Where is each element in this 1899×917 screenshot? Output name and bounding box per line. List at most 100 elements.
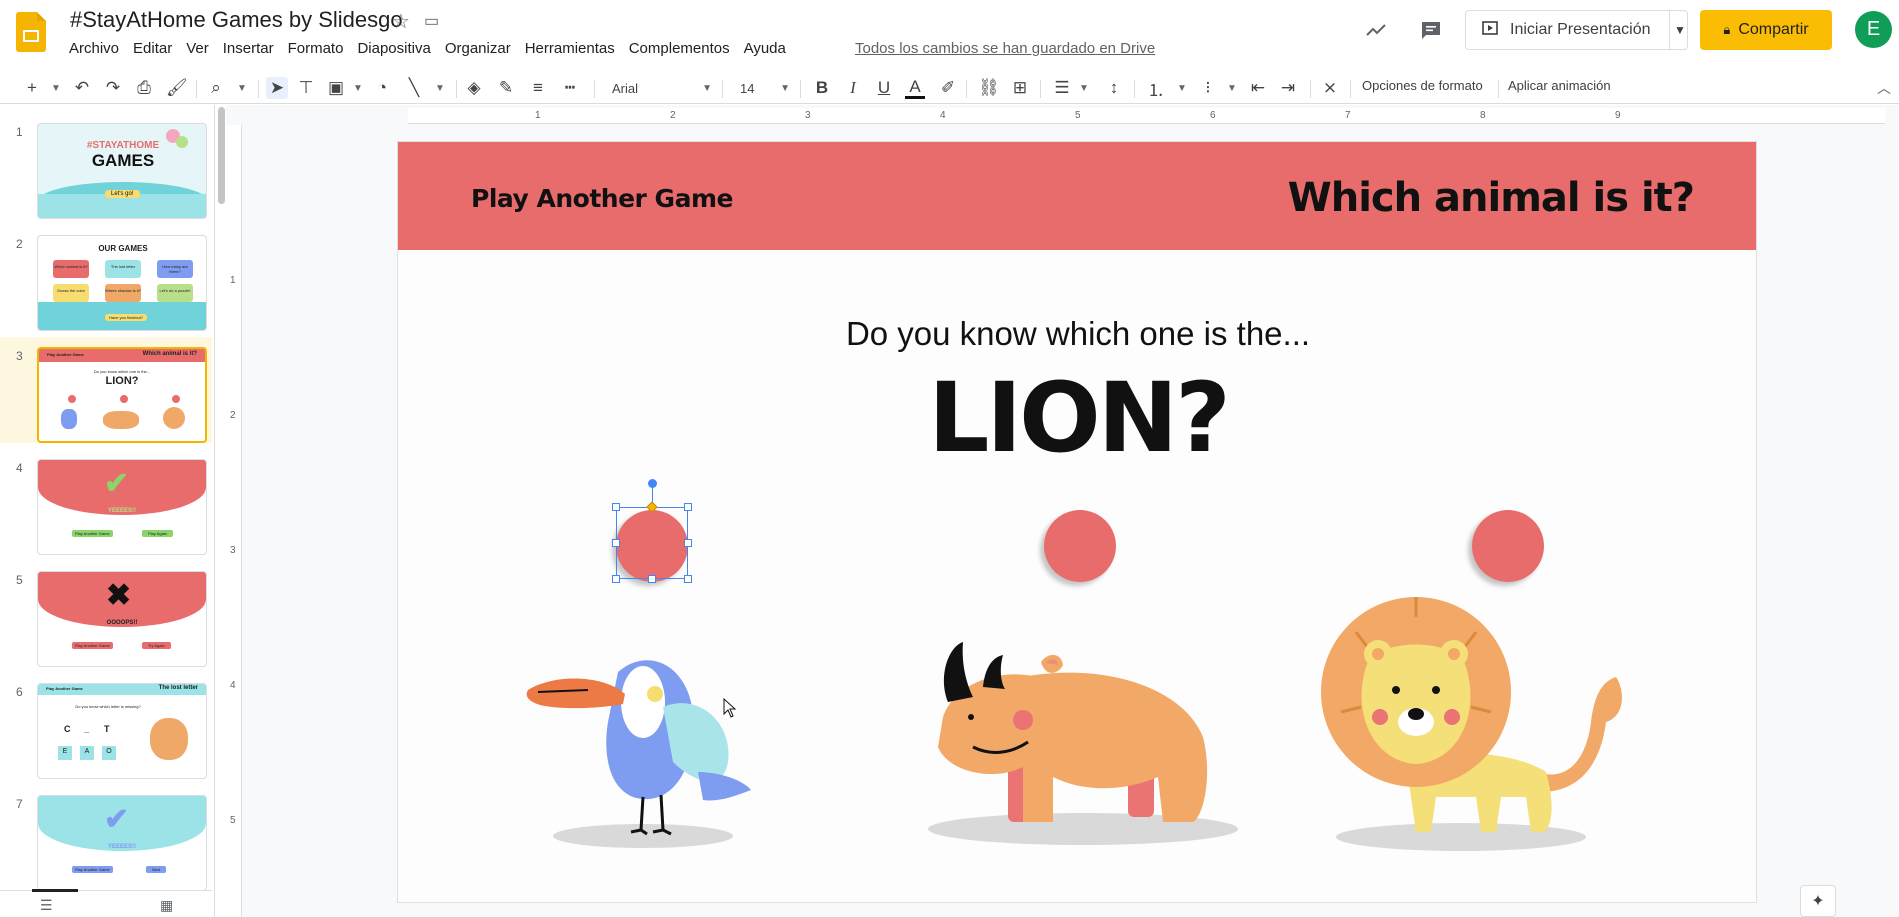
answer-text[interactable]: LION? [398,362,1756,474]
align-icon[interactable]: ☰ [1052,77,1072,99]
grid-view-icon[interactable]: ▦ [160,897,173,914]
filmstrip-slide-3[interactable]: 3 Play Another Game Which animal is it? … [0,337,212,443]
redo-icon[interactable]: ↷ [103,77,123,99]
menu-archivo[interactable]: Archivo [62,38,126,60]
resize-handle-ne[interactable] [684,503,692,511]
filmstrip-scrollbar[interactable] [218,107,225,204]
zoom-dropdown-icon[interactable]: ▼ [232,77,252,99]
comments-icon[interactable] [1417,16,1445,44]
font-size-select[interactable]: 14 ▼ [740,77,790,99]
filmstrip-view-icon[interactable]: ☰ [32,889,77,914]
resize-handle-w[interactable] [612,539,620,547]
resize-handle-sw[interactable] [612,575,620,583]
add-comment-icon[interactable]: ⊞ [1010,77,1030,99]
line-icon[interactable]: ╲ [404,77,424,99]
font-family-select[interactable]: Arial ▼ [612,77,712,99]
menu-formato[interactable]: Formato [281,38,351,60]
bold-button[interactable]: B [812,77,832,99]
collapse-menus-icon[interactable]: ︿ [1877,78,1891,98]
format-options-button[interactable]: Opciones de formato [1362,78,1483,93]
print-icon[interactable]: ⎙ [134,77,154,99]
resize-handle-e[interactable] [684,539,692,547]
rotate-handle[interactable] [648,479,657,488]
move-folder-icon[interactable]: ▭ [424,11,439,31]
increase-indent-icon[interactable]: ⇥ [1278,77,1298,99]
italic-button[interactable]: I [843,77,863,99]
start-presentation-button[interactable]: Iniciar Presentación ▼ [1465,10,1688,50]
explore-icon[interactable]: ✦ [1800,885,1836,917]
slide-heading[interactable]: Which animal is it? [1288,175,1695,221]
select-cursor-icon[interactable]: ➤ [266,77,288,99]
account-avatar[interactable]: E [1855,11,1892,48]
highlight-color-icon[interactable]: ✐ [938,77,958,99]
decrease-indent-icon[interactable]: ⇤ [1248,77,1268,99]
play-another-game-link[interactable]: Play Another Game [471,184,733,213]
filmstrip-slide-5[interactable]: 5 ✖ OOOOPS!! Play Another Game Try Again [0,561,212,667]
slide-thumbnail[interactable]: Play Another Game Which animal is it? Do… [37,347,207,443]
line-dropdown-icon[interactable]: ▼ [430,77,450,99]
slide-thumbnail[interactable]: ✖ OOOOPS!! Play Another Game Try Again [37,571,207,667]
resize-handle-se[interactable] [684,575,692,583]
menu-diapositiva[interactable]: Diapositiva [350,38,437,60]
filmstrip-slide-4[interactable]: 4 ✔ YEEEES!! Play Another Game Play Agai… [0,449,212,555]
slides-logo-icon[interactable] [16,12,46,52]
animate-button[interactable]: Aplicar animación [1508,78,1611,93]
fill-color-icon[interactable]: ◈ [464,77,484,99]
filmstrip-slide-6[interactable]: 6 Play Another Game The lost letter Do y… [0,673,212,779]
text-box-icon[interactable]: ⊤ [296,77,316,99]
menu-ayuda[interactable]: Ayuda [737,38,793,60]
filmstrip-slide-1[interactable]: 1 #STAYATHOME GAMES Let's go! [0,113,212,219]
share-button[interactable]: 🔒︎ Compartir [1700,10,1832,50]
horizontal-ruler[interactable]: 1 2 3 4 5 6 7 8 9 [408,108,1885,124]
save-status-link[interactable]: Todos los cambios se han guardado en Dri… [855,40,1155,57]
toucan-illustration[interactable] [523,632,763,852]
current-slide[interactable]: Play Another Game Which animal is it? Do… [397,141,1757,903]
insert-image-icon[interactable]: ▣ [326,77,346,99]
slide-thumbnail[interactable]: ✔ YEEEES!! Play Another Game Play Again [37,459,207,555]
menu-ver[interactable]: Ver [179,38,216,60]
bulleted-list-dropdown-icon[interactable]: ▼ [1222,77,1242,99]
lion-illustration[interactable] [1316,592,1646,862]
menu-herramientas[interactable]: Herramientas [518,38,622,60]
filmstrip-slide-7[interactable]: 7 ✔ YEEEES!! Play Another Game Next [0,785,212,891]
choice-button-lion[interactable] [1472,510,1544,582]
paint-format-icon[interactable]: 🖌︎ [166,77,188,99]
slide-thumbnail[interactable]: #STAYATHOME GAMES Let's go! [37,123,207,219]
image-dropdown-icon[interactable]: ▼ [348,77,368,99]
numbered-list-icon[interactable]: ⒈ [1146,77,1166,100]
filmstrip-slide-2[interactable]: 2 OUR GAMES Which animal is it? The lost… [0,225,212,331]
choice-button-rhino[interactable] [1044,510,1116,582]
undo-icon[interactable]: ↶ [72,77,92,99]
question-text[interactable]: Do you know which one is the... [398,315,1756,353]
border-dash-icon[interactable]: ┅ [560,77,580,99]
slide-thumbnail[interactable]: ✔ YEEEES!! Play Another Game Next [37,795,207,891]
line-spacing-icon[interactable]: ↕ [1104,77,1124,99]
insert-link-icon[interactable]: ⛓︎ [978,77,1000,99]
resize-handle-s[interactable] [648,575,656,583]
vertical-ruler[interactable]: 1 2 3 4 5 [226,125,242,917]
present-options-dropdown-icon[interactable]: ▼ [1674,23,1686,37]
shape-icon[interactable]: ◔ [372,77,392,99]
numbered-list-dropdown-icon[interactable]: ▼ [1172,77,1192,99]
rhino-illustration[interactable] [913,607,1243,857]
new-slide-icon[interactable]: + [22,77,42,99]
bulleted-list-icon[interactable]: ⁝ [1198,77,1218,99]
clear-formatting-icon[interactable]: ⨯ [1320,77,1340,99]
zoom-icon[interactable]: ⌕ [206,77,226,99]
resize-handle-nw[interactable] [612,503,620,511]
menu-insertar[interactable]: Insertar [216,38,281,60]
border-weight-icon[interactable]: ≡ [528,77,548,99]
text-color-button[interactable]: A [905,77,925,99]
new-slide-layout-dropdown-icon[interactable]: ▼ [46,77,66,99]
activity-trend-icon[interactable] [1362,16,1390,44]
slide-thumbnail[interactable]: OUR GAMES Which animal is it? The lost l… [37,235,207,331]
underline-button[interactable]: U [874,77,894,99]
border-color-icon[interactable]: ✎ [496,77,516,99]
star-icon[interactable]: ☆ [392,9,410,34]
menu-complementos[interactable]: Complementos [622,38,737,60]
document-title[interactable]: #StayAtHome Games by Slidesgo [70,7,403,33]
slide-thumbnail[interactable]: Play Another Game The lost letter Do you… [37,683,207,779]
menu-organizar[interactable]: Organizar [438,38,518,60]
menu-editar[interactable]: Editar [126,38,179,60]
align-dropdown-icon[interactable]: ▼ [1074,77,1094,99]
